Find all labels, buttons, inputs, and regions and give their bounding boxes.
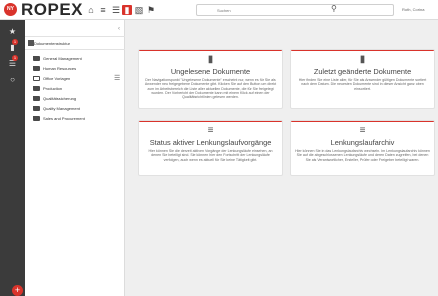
- tree-item-label: Quality Management: [43, 106, 80, 111]
- checklist-icon: ≡: [207, 125, 214, 136]
- menu-icon[interactable]: ☰: [111, 5, 121, 15]
- card-title: Status aktiver Lenkungslaufvorgänge: [149, 138, 272, 147]
- folder-icon: [33, 86, 40, 91]
- card-title: Lenkungslaufarchiv: [330, 138, 395, 147]
- folder-icon: [33, 116, 40, 121]
- tree-item-label: Sales and Procurement: [43, 116, 85, 121]
- card-title: Ungelesene Dokumente: [170, 67, 251, 76]
- search-icon[interactable]: ⚲: [331, 4, 341, 14]
- tree-item-qualitaetssicherung[interactable]: Qualitätssicherung: [33, 95, 121, 102]
- tree-item-label: Office Vorlagen: [43, 76, 71, 81]
- card-recently-changed-documents[interactable]: ▮ Zuletzt geänderte Dokumente Hier finde…: [290, 49, 435, 109]
- document-icon[interactable]: ▮: [122, 5, 132, 15]
- search-input[interactable]: [197, 5, 393, 15]
- folder-icon: [33, 66, 40, 71]
- tree-item-sales-and-procurement[interactable]: Sales and Procurement: [33, 115, 121, 122]
- card-description: Hier können Sie die derzeit aktiven Vorg…: [148, 149, 273, 162]
- search-box[interactable]: [196, 4, 394, 16]
- tree-item-human-resources[interactable]: Human Resources: [33, 65, 121, 72]
- document-tree-panel: ‹ Dokumentenstruktur General Management …: [25, 20, 125, 296]
- tree-item-office-vorlagen[interactable]: Office Vorlagen ☰: [33, 75, 121, 82]
- card-active-workflow-status[interactable]: ≡ Status aktiver Lenkungslaufvorgänge Hi…: [138, 120, 283, 176]
- icon-rail: ★ ▮ 1 ☰ 1 ○ +: [0, 20, 25, 296]
- notification-badge: 1: [12, 55, 18, 61]
- card-description: Der Navigationspunkt "Ungelesene Dokumen…: [144, 78, 277, 100]
- card-workflow-archive[interactable]: ≡ Lenkungslaufarchiv Hier können Sie in …: [290, 120, 435, 176]
- user-name[interactable]: Roth, Corina: [402, 7, 424, 12]
- brand-logo-badge[interactable]: NY: [4, 3, 17, 16]
- document-clock-icon: ▮: [359, 54, 366, 65]
- tree-header-label: Dokumentenstruktur: [34, 41, 71, 46]
- tree-item-label: General Management: [43, 56, 82, 61]
- folder-icon: [33, 106, 40, 111]
- top-bar: NY ROPEX ⌂ ≡ ☰ ▮ ▧ ⚑ ⚲ Roth, Corina: [0, 0, 438, 20]
- tree-item-label: Production: [43, 86, 63, 91]
- card-description: Hier können Sie in das Lenkungslaufarchi…: [295, 149, 430, 162]
- card-accent-line: [139, 50, 282, 51]
- add-button[interactable]: +: [12, 285, 23, 296]
- card-unread-documents[interactable]: ▮ Ungelesene Dokumente Der Navigationspu…: [138, 49, 283, 109]
- brand-name[interactable]: ROPEX: [21, 1, 83, 19]
- tree-item-label: Qualitätssicherung: [43, 96, 77, 101]
- context-menu-icon[interactable]: ☰: [114, 75, 120, 82]
- card-title: Zuletzt geänderte Dokumente: [313, 67, 412, 76]
- tree-item-quality-management[interactable]: Quality Management: [33, 105, 121, 112]
- card-accent-line: [139, 121, 282, 122]
- collapse-panel-icon[interactable]: ‹: [118, 26, 120, 32]
- folder-open-icon: [33, 76, 40, 81]
- folder-icon: [33, 56, 40, 61]
- list-check-icon: ≡: [359, 125, 366, 136]
- sitemap-icon[interactable]: ▧: [134, 5, 144, 15]
- list-icon[interactable]: ≡: [98, 5, 108, 15]
- card-description: Hier finden Sie eine Liste aller, für Si…: [298, 78, 427, 91]
- tree-item-production[interactable]: Production: [33, 85, 121, 92]
- dashboard-content: ▮ Ungelesene Dokumente Der Navigationspu…: [125, 20, 438, 296]
- notification-badge: 1: [12, 39, 18, 45]
- tree-item-label: Human Resources: [43, 66, 77, 71]
- home-icon[interactable]: ⌂: [86, 5, 96, 15]
- star-icon[interactable]: ★: [7, 26, 18, 37]
- card-accent-line: [291, 50, 434, 51]
- card-accent-line: [291, 121, 434, 122]
- tree-header[interactable]: Dokumentenstruktur: [25, 36, 125, 50]
- document-icon: ▮: [207, 54, 214, 65]
- tag-icon[interactable]: ⚑: [146, 5, 156, 15]
- folder-icon: [33, 96, 40, 101]
- workflow-icon[interactable]: ○: [7, 74, 18, 85]
- tree-item-general-management[interactable]: General Management: [33, 55, 121, 62]
